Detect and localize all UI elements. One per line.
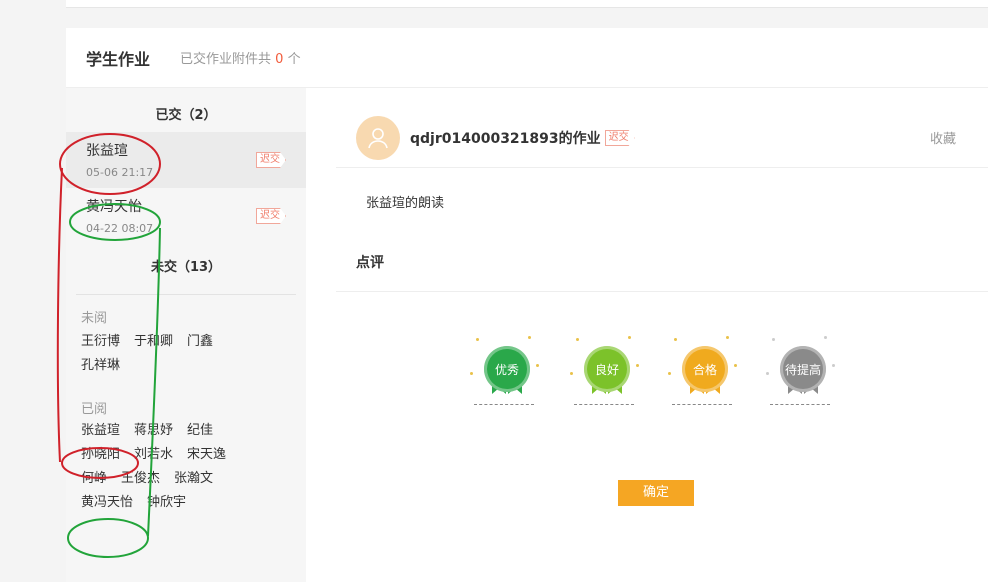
medal-label: 优秀 (484, 346, 530, 392)
student-link[interactable]: 孙晓阳 (81, 443, 120, 467)
student-sidebar: 已交（2） 张益瑄 05-06 21:17 迟交 黄冯天怡 04-22 08:0… (66, 88, 306, 582)
student-link[interactable]: 张瀚文 (174, 467, 213, 491)
medal-pass[interactable]: 合格 (664, 328, 744, 418)
medal-label: 良好 (584, 346, 630, 392)
work-header: qdjr014000321893的作业 迟交 (356, 116, 635, 160)
favorite-button[interactable]: 收藏 (930, 128, 956, 147)
student-link[interactable]: 门鑫 (187, 330, 213, 354)
student-link[interactable]: 何峥 (81, 467, 107, 491)
student-link[interactable]: 蒋思妤 (134, 419, 173, 443)
late-badge: 迟交 (256, 208, 286, 224)
student-link[interactable]: 刘若水 (134, 443, 173, 467)
divider (336, 167, 988, 168)
student-homework-card: 学生作业 已交作业附件共 0 个 已交（2） 张益瑄 05-06 21:17 迟… (66, 28, 988, 582)
attachment-unit: 个 (287, 52, 301, 67)
read-names: 张益瑄 蒋思妤 纪佳孙晓阳 刘若水 宋天逸何峥 王俊杰 张瀚文黄冯天怡 钟欣宇 (66, 419, 266, 515)
medal-excellent[interactable]: 优秀 (466, 328, 546, 418)
red-connector (56, 167, 63, 463)
work-content: 张益瑄的朗读 (366, 196, 445, 211)
attachment-count: 0 (275, 52, 284, 67)
student-link[interactable]: 王衍博 (81, 330, 120, 354)
student-link[interactable]: 钟欣宇 (147, 491, 186, 515)
medal-label: 待提高 (780, 346, 826, 392)
avatar (356, 116, 400, 160)
top-bar (66, 0, 988, 8)
homework-detail: qdjr014000321893的作业 迟交 收藏 张益瑄的朗读 点评 优秀 良… (306, 88, 988, 582)
late-badge: 迟交 (604, 130, 635, 146)
late-badge: 迟交 (256, 152, 286, 168)
student-link[interactable]: 王俊杰 (121, 467, 160, 491)
student-link[interactable]: 孔祥琳 (81, 354, 120, 378)
medal-needs-improvement[interactable]: 待提高 (762, 328, 842, 418)
confirm-button[interactable]: 确定 (618, 480, 694, 506)
read-label: 已阅 (81, 402, 108, 417)
medal-good[interactable]: 良好 (566, 328, 646, 418)
review-title: 点评 (356, 255, 384, 271)
divider (336, 291, 988, 292)
unread-label: 未阅 (81, 311, 108, 326)
submitted-section-title: 已交（2） (155, 108, 217, 123)
submission-item[interactable]: 黄冯天怡 04-22 08:07 迟交 (66, 188, 306, 244)
attachment-summary-prefix: 已交作业附件共 (180, 52, 272, 67)
unsubmitted-section-title: 未交（13） (150, 260, 222, 275)
student-link[interactable]: 黄冯天怡 (81, 491, 133, 515)
page-title: 学生作业 (86, 49, 151, 69)
attachment-summary: 已交作业附件共 0 个 (180, 48, 301, 67)
unread-names: 王衍博 于和卿 门鑫孔祥琳 (66, 330, 266, 378)
work-title: qdjr014000321893的作业 (410, 131, 601, 147)
student-link[interactable]: 于和卿 (134, 330, 173, 354)
student-link[interactable]: 宋天逸 (187, 443, 226, 467)
user-icon (368, 128, 388, 149)
rating-medals: 优秀 良好 合格 待提高 (466, 328, 846, 418)
card-header: 学生作业 已交作业附件共 0 个 (66, 28, 988, 88)
submission-item[interactable]: 张益瑄 05-06 21:17 迟交 (66, 132, 306, 188)
student-link[interactable]: 张益瑄 (81, 419, 120, 443)
medal-label: 合格 (682, 346, 728, 392)
student-link[interactable]: 纪佳 (187, 419, 213, 443)
